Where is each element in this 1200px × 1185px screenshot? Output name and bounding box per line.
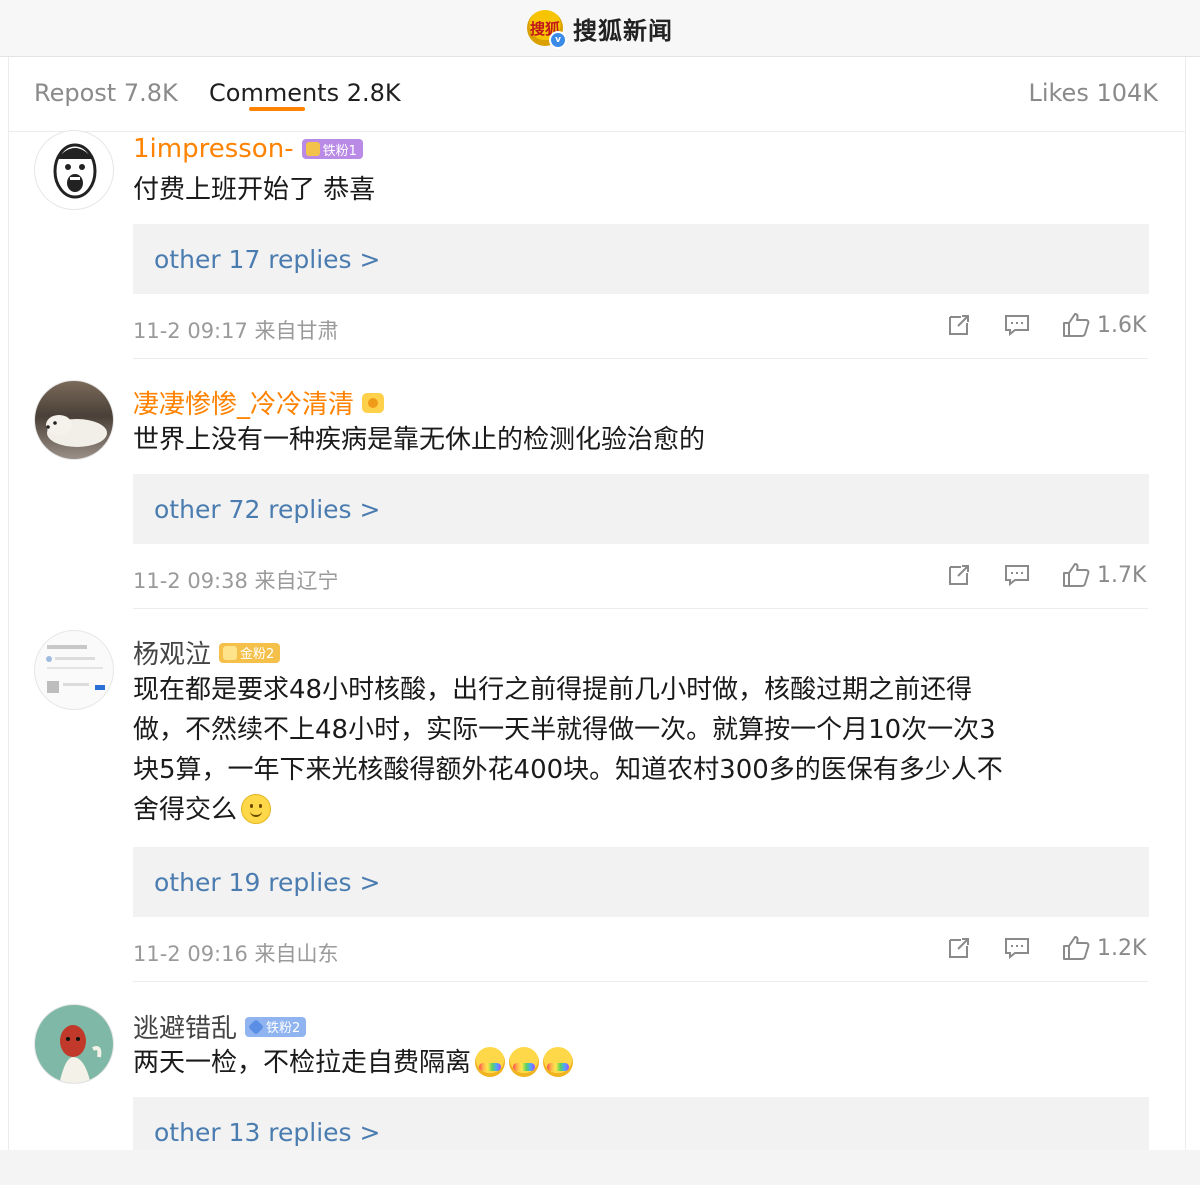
repost-button[interactable]	[945, 561, 973, 589]
comment-text: 两天一检，不检拉走自费隔离	[133, 1043, 1153, 1083]
badge-label: 铁粉2	[266, 1021, 301, 1036]
tab-bar: Repost 7.8K Comments 2.8K Likes 104K	[9, 57, 1185, 132]
sohu-logo-icon: 搜狐 v	[527, 10, 567, 49]
comment-header: 1impresson- 铁粉1	[133, 134, 363, 164]
comment-icon	[1005, 315, 1029, 337]
avatar[interactable]	[34, 630, 114, 710]
tab-repost[interactable]: Repost 7.8K	[34, 79, 178, 107]
avatar[interactable]	[34, 380, 114, 460]
username[interactable]: 1impresson-	[133, 134, 294, 164]
replies-link[interactable]: other 19 replies >	[133, 847, 1149, 917]
username[interactable]: 凄凄惨惨_冷冷清清	[133, 384, 354, 421]
avatar[interactable]	[34, 130, 114, 210]
rainbow-barf-emoji	[543, 1047, 574, 1077]
like-count: 1.2K	[1097, 935, 1147, 961]
comment-actions: 1.6K	[945, 311, 1146, 339]
comment-text: 现在都是要求48小时核酸，出行之前得提前几小时做，核酸过期之前还得 做，不然续不…	[133, 670, 1153, 830]
comment-text: 付费上班开始了 恭喜	[133, 175, 376, 205]
like-button[interactable]: 1.6K	[1061, 311, 1146, 339]
divider	[133, 981, 1148, 982]
replies-label: other 17 replies >	[154, 244, 381, 274]
comment-icon	[1005, 938, 1029, 960]
bottom-edge	[0, 1150, 1200, 1185]
crown-icon	[362, 392, 385, 413]
comment-header: 杨观泣 金粉2	[133, 634, 281, 671]
comment-meta: 11-2 09:17 来自甘肃	[133, 319, 339, 343]
comment-header: 凄凄惨惨_冷冷清清	[133, 384, 385, 421]
repost-icon	[949, 315, 969, 335]
comment-meta: 11-2 09:38 来自辽宁	[133, 569, 339, 593]
username[interactable]: 杨观泣	[133, 634, 211, 671]
replies-link[interactable]: other 17 replies >	[133, 224, 1149, 294]
fan-badge: 铁粉2	[245, 1016, 307, 1037]
like-count: 1.6K	[1097, 312, 1147, 338]
username[interactable]: 逃避错乱	[133, 1008, 237, 1045]
rainbow-barf-emoji	[475, 1047, 506, 1077]
comment-text-line: 舍得交么	[133, 795, 238, 825]
account-name: 搜狐新闻	[573, 16, 673, 45]
polar-bear-avatar-icon	[46, 415, 107, 447]
repost-button[interactable]	[945, 311, 973, 339]
active-tab-indicator	[249, 107, 305, 111]
comment-text-line: 现在都是要求48小时核酸，出行之前得提前几小时做，核酸过期之前还得	[133, 675, 973, 705]
like-button[interactable]: 1.7K	[1061, 561, 1146, 589]
cartoon-avatar-icon	[59, 1025, 102, 1083]
divider	[133, 608, 1148, 609]
like-icon	[1063, 563, 1090, 587]
replies-label: other 13 replies >	[154, 1117, 381, 1147]
avatar[interactable]	[34, 1004, 114, 1084]
like-icon	[1063, 313, 1090, 337]
repost-icon	[949, 938, 969, 958]
replies-label: other 72 replies >	[154, 494, 381, 524]
like-icon	[1063, 936, 1090, 960]
app-header: 搜狐 v 搜狐新闻	[0, 0, 1200, 57]
diamond-icon	[248, 1018, 264, 1035]
comment-text-line: 做，不然续不上48小时，实际一天半就得做一次。就算按一个月10次一次3	[133, 715, 996, 745]
comment-button[interactable]	[1003, 934, 1031, 962]
rainbow-barf-emoji	[509, 1047, 540, 1077]
diamond-icon	[223, 645, 238, 660]
comment-button[interactable]	[1003, 311, 1031, 339]
repost-button[interactable]	[945, 934, 973, 962]
comment-header: 逃避错乱 铁粉2	[133, 1008, 307, 1045]
comment-button[interactable]	[1003, 561, 1031, 589]
fan-badge: 金粉2	[219, 642, 281, 663]
comment-text-body: 两天一检，不检拉走自费隔离	[133, 1048, 472, 1078]
comment-actions: 1.7K	[945, 561, 1146, 589]
screenshot-avatar-icon	[46, 645, 105, 693]
replies-label: other 19 replies >	[154, 867, 381, 897]
brand[interactable]: 搜狐 v 搜狐新闻	[527, 10, 673, 49]
repost-icon	[949, 565, 969, 585]
tab-likes[interactable]: Likes 104K	[1028, 79, 1158, 107]
comment-meta: 11-2 09:16 来自山东	[133, 942, 339, 966]
replies-link[interactable]: other 72 replies >	[133, 474, 1149, 544]
comment-text: 世界上没有一种疾病是靠无休止的检测化验治愈的	[133, 425, 706, 455]
like-button[interactable]: 1.2K	[1061, 934, 1146, 962]
fan-badge: 铁粉1	[301, 139, 363, 159]
smile-emoji	[241, 794, 272, 824]
avatar-face-icon	[53, 143, 97, 199]
verified-icon: v	[549, 31, 567, 49]
crown-icon	[305, 142, 320, 156]
divider	[133, 358, 1148, 359]
badge-label: 铁粉1	[322, 143, 357, 159]
comment-text-line: 块5算，一年下来光核酸得额外花400块。知道农村300多的医保有多少人不	[133, 755, 1003, 785]
tab-comments[interactable]: Comments 2.8K	[209, 79, 401, 107]
badge-label: 金粉2	[240, 647, 275, 662]
comment-actions: 1.2K	[945, 934, 1146, 962]
comment-icon	[1005, 565, 1029, 587]
like-count: 1.7K	[1097, 562, 1147, 588]
